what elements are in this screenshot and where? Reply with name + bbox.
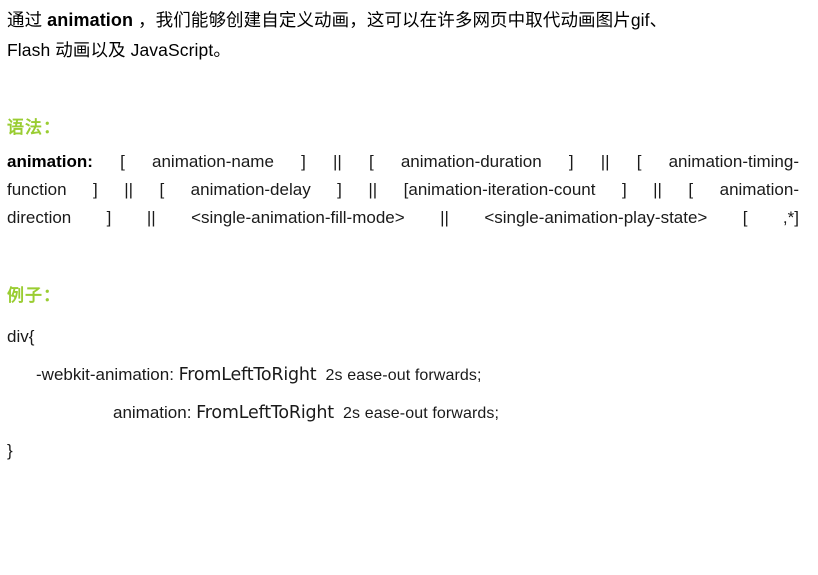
intro-line-1-suffix: ，我们能够创建自定义动画，这可以在许多网页中取代动画图片gif、 [133,10,668,30]
syntax-line-3: direction ] || <single-animation-fill-mo… [7,208,799,227]
code-webkit-animation-property: -webkit-animation: [36,365,179,384]
code-webkit-animation-name: FromLeftToRight [178,365,317,385]
code-animation-name: FromLeftToRight [196,403,334,423]
code-webkit-animation-values: 2s ease-out forwards; [316,367,482,384]
code-animation-values: 2s ease-out forwards; [333,405,500,422]
code-line-animation: animation: FromLeftToRight 2s ease-out f… [7,394,797,432]
intro-line-2: Flash 动画以及 JavaScript。 [7,40,231,60]
example-code-block: div{ -webkit-animation: FromLeftToRight … [7,318,797,470]
code-line-selector-open: div{ [7,327,35,346]
code-line-webkit-animation: -webkit-animation: FromLeftToRight 2s ea… [7,356,797,394]
intro-line-1: 通过 animation ，我们能够创建自定义动画，这可以在许多网页中取代动画图… [7,5,813,35]
syntax-line-1: animation: [ animation-name ] || [ anima… [7,148,799,176]
syntax-line-2: function ] || [ animation-delay ] || [an… [7,180,799,199]
syntax-line-1-rest: [ animation-name ] || [ animation-durati… [92,152,799,171]
code-animation-property: animation: [113,403,197,422]
animation-keyword-bold: animation [47,10,134,30]
syntax-property-label: animation: [7,152,93,171]
document-page: 通过 animation ，我们能够创建自定义动画，这可以在许多网页中取代动画图… [0,0,818,575]
section-heading-syntax: 语法： [7,118,61,137]
code-line-selector-close: } [7,441,13,460]
intro-paragraph: 通过 animation ，我们能够创建自定义动画，这可以在许多网页中取代动画图… [7,5,813,65]
syntax-definition-block: animation: [ animation-name ] || [ anima… [7,148,799,232]
intro-line-1-prefix: 通过 [7,10,48,30]
section-heading-example: 例子： [7,286,61,305]
